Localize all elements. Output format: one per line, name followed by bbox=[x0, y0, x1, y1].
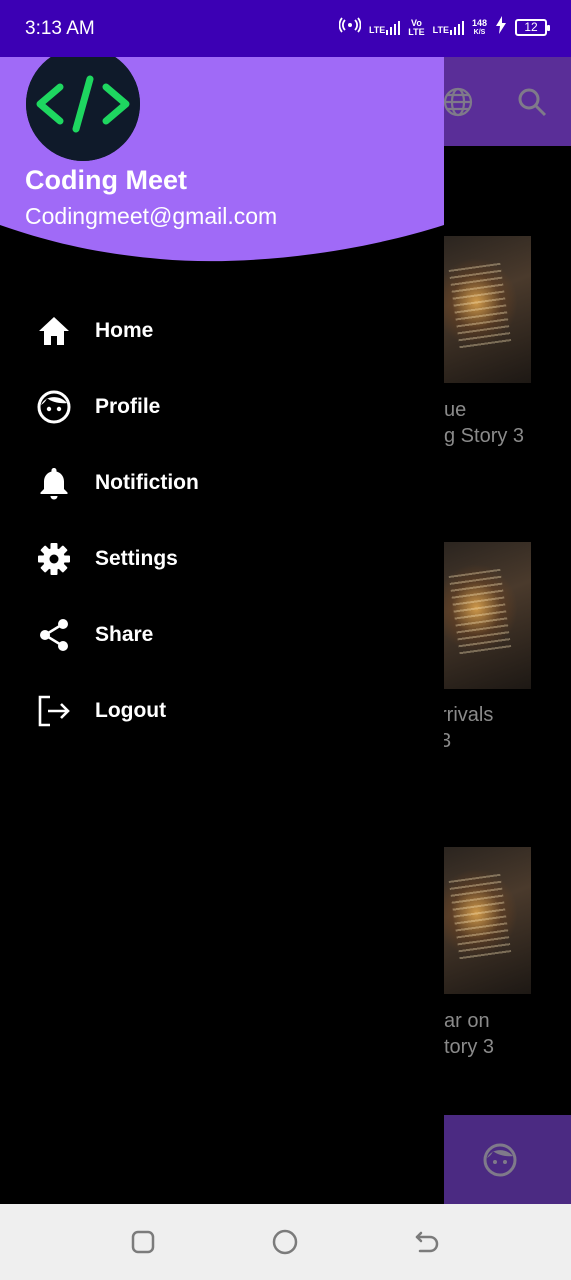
menu-item-logout[interactable]: Logout bbox=[0, 681, 444, 741]
circle-icon bbox=[272, 1229, 298, 1255]
status-bar: 3:13 AM LTE Vo LTE LTE 148 K/S 12 bbox=[0, 0, 571, 57]
drawer-header: Coding Meet Codingmeet@gmail.com bbox=[0, 47, 444, 267]
menu-item-notification[interactable]: Notifiction bbox=[0, 453, 444, 513]
globe-icon bbox=[442, 86, 474, 123]
status-time: 3:13 AM bbox=[25, 18, 95, 39]
network-speed: 148 K/S bbox=[471, 17, 487, 36]
menu-item-share[interactable]: Share bbox=[0, 605, 444, 665]
card-title: ar on tory 3 bbox=[444, 1010, 495, 1058]
menu-item-label: Share bbox=[95, 623, 154, 646]
menu-item-label: Notifiction bbox=[95, 471, 199, 494]
menu-item-label: Home bbox=[95, 319, 154, 342]
avatar[interactable] bbox=[26, 47, 140, 161]
volte-indicator: Vo LTE bbox=[408, 17, 425, 37]
hotspot-icon bbox=[338, 17, 362, 38]
code-icon bbox=[26, 47, 140, 161]
battery-icon: 12 bbox=[515, 19, 550, 36]
menu-item-label: Settings bbox=[95, 547, 178, 570]
card-image bbox=[440, 236, 531, 383]
card-image bbox=[440, 542, 531, 689]
user-email: Codingmeet@gmail.com bbox=[25, 203, 278, 229]
search-icon[interactable] bbox=[516, 86, 548, 123]
bell-icon bbox=[36, 465, 72, 501]
card-title: ue g Story 3 bbox=[444, 399, 525, 447]
logout-icon bbox=[36, 693, 72, 729]
card-title: rrivals 3 bbox=[440, 704, 494, 752]
card-image bbox=[440, 847, 531, 994]
signal-1: LTE bbox=[369, 20, 401, 35]
back-button[interactable] bbox=[413, 1228, 441, 1256]
face-icon bbox=[36, 389, 72, 425]
menu-item-profile[interactable]: Profile bbox=[0, 377, 444, 437]
system-navigation-bar bbox=[0, 1204, 571, 1280]
menu-item-home[interactable]: Home bbox=[0, 301, 444, 361]
face-icon[interactable] bbox=[483, 1143, 517, 1182]
menu-item-label: Profile bbox=[95, 395, 161, 418]
share-icon bbox=[36, 617, 72, 653]
status-icons: LTE Vo LTE LTE 148 K/S 12 bbox=[338, 16, 550, 39]
signal-bars-icon bbox=[386, 20, 401, 35]
back-arrow-icon bbox=[415, 1231, 439, 1253]
menu-item-label: Logout bbox=[95, 699, 167, 722]
recents-button[interactable] bbox=[129, 1228, 157, 1256]
user-name: Coding Meet bbox=[25, 165, 187, 195]
gear-icon bbox=[36, 541, 72, 577]
menu-item-settings[interactable]: Settings bbox=[0, 529, 444, 589]
home-icon bbox=[36, 313, 72, 349]
signal-bars-icon bbox=[449, 20, 464, 35]
charging-icon bbox=[495, 16, 507, 39]
home-button[interactable] bbox=[271, 1228, 299, 1256]
square-icon bbox=[131, 1230, 155, 1254]
navigation-drawer: Coding Meet Codingmeet@gmail.com Home Pr… bbox=[0, 47, 444, 1204]
signal-2: LTE bbox=[433, 20, 464, 35]
